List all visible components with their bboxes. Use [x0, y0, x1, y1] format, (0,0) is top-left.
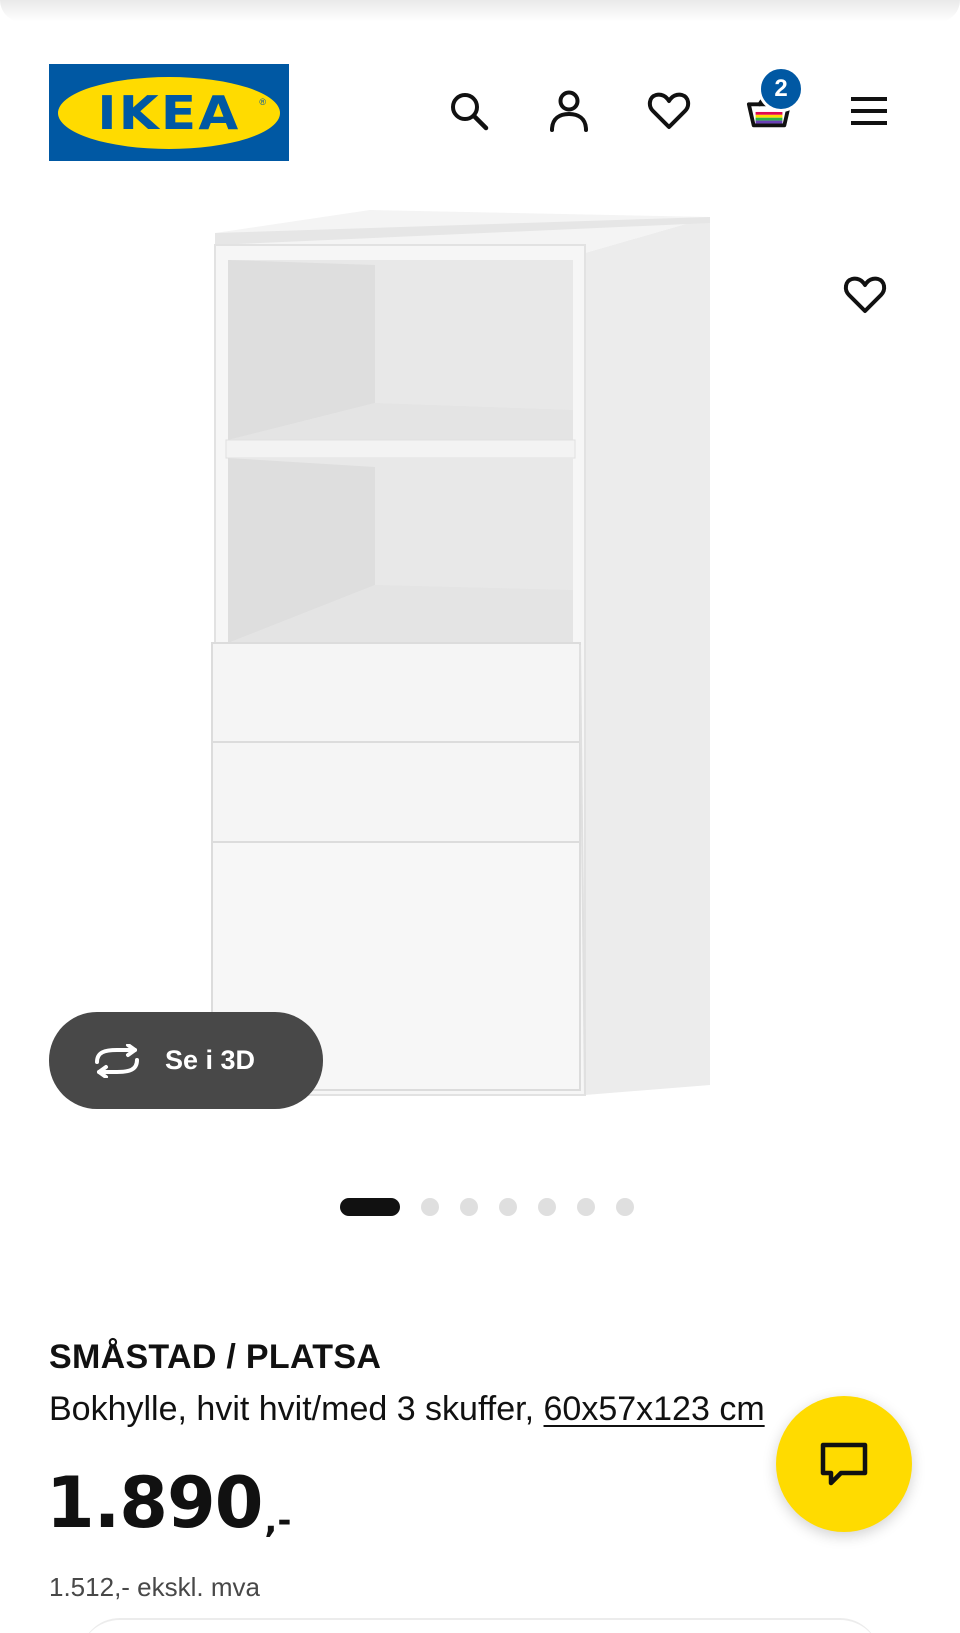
menu-icon — [851, 97, 887, 125]
gallery-dot[interactable] — [499, 1198, 517, 1216]
profile-icon — [550, 90, 588, 132]
ikea-logo[interactable]: IKEA ® — [49, 64, 289, 161]
gallery-dot[interactable] — [538, 1198, 556, 1216]
product-price: 1.890 ,- — [46, 1468, 291, 1538]
gallery-pagination — [0, 1198, 960, 1216]
cart-count-badge: 2 — [758, 66, 804, 112]
product-description: Bokhylle, hvit hvit/med 3 skuffer, 60x57… — [49, 1390, 765, 1429]
logo-text: IKEA — [97, 85, 241, 140]
gallery-dot[interactable] — [460, 1198, 478, 1216]
browser-top-edge — [0, 0, 960, 22]
gallery-dot[interactable] — [616, 1198, 634, 1216]
logo-oval: IKEA ® — [58, 76, 280, 149]
search-button[interactable] — [446, 88, 492, 134]
cart-button[interactable]: 2 — [746, 66, 804, 134]
price-excl-vat: 1.512,- ekskl. mva — [49, 1572, 260, 1602]
gallery-dot-active[interactable] — [340, 1198, 400, 1216]
favourites-button[interactable] — [646, 88, 692, 134]
site-header: IKEA ® 2 — [0, 60, 960, 164]
view-in-3d-label: Se i 3D — [165, 1045, 256, 1075]
chat-button[interactable] — [776, 1396, 912, 1532]
gallery-dot[interactable] — [577, 1198, 595, 1216]
heart-icon — [647, 92, 691, 129]
product-name: SMÅSTAD / PLATSA — [49, 1338, 382, 1376]
chat-icon — [820, 1442, 868, 1486]
header-nav: 2 — [446, 66, 892, 134]
logo-registered-mark: ® — [259, 96, 266, 107]
bottom-sheet-edge — [80, 1618, 880, 1633]
favourite-product-button[interactable] — [840, 270, 890, 320]
price-amount: 1.890 — [46, 1462, 263, 1544]
heart-icon — [843, 276, 887, 313]
product-description-text: Bokhylle, hvit hvit/med 3 skuffer, — [49, 1390, 535, 1428]
product-dimensions-link[interactable]: 60x57x123 cm — [544, 1390, 765, 1428]
rotate-3d-icon — [95, 1043, 139, 1078]
product-gallery[interactable]: Se i 3D — [0, 205, 960, 1165]
search-icon — [451, 93, 489, 131]
view-in-3d-button[interactable]: Se i 3D — [49, 1012, 323, 1109]
menu-button[interactable] — [846, 88, 892, 134]
gallery-dot[interactable] — [421, 1198, 439, 1216]
profile-button[interactable] — [546, 88, 592, 134]
price-suffix: ,- — [264, 1501, 292, 1541]
